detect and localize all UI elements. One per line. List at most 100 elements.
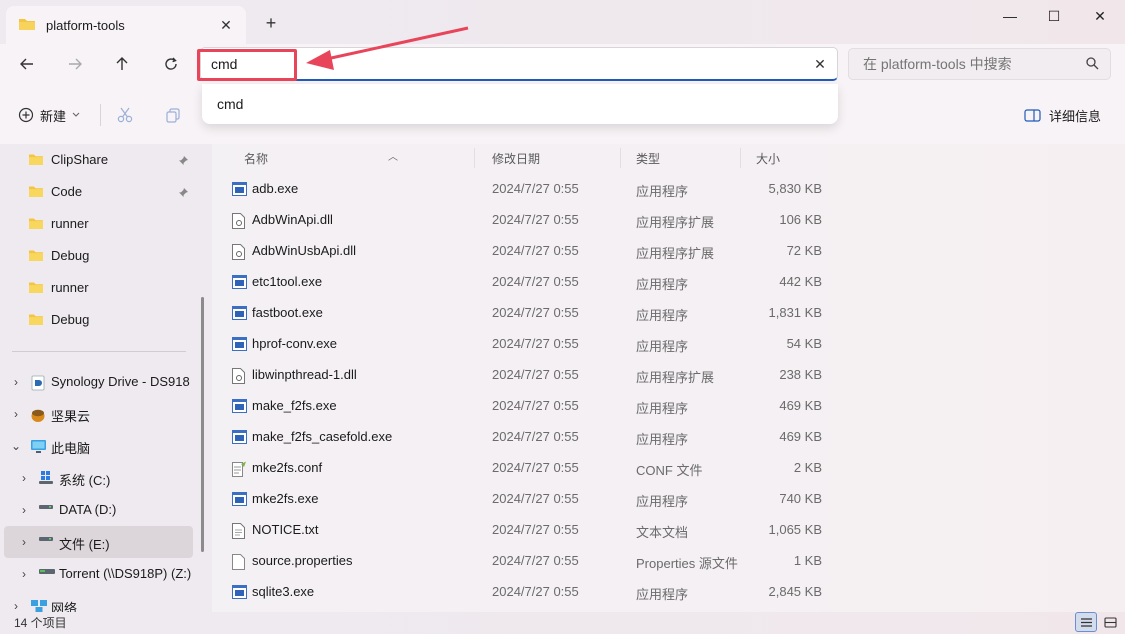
column-header-size[interactable]: 大小 <box>756 150 780 167</box>
file-size: 469 KB <box>779 429 822 444</box>
table-row[interactable]: libwinpthread-1.dll 2024/7/27 0:55 应用程序扩展 2… <box>226 360 826 390</box>
table-row[interactable]: hprof-conv.exe 2024/7/27 0:55 应用程序 54 KB <box>226 329 826 359</box>
details-view-button[interactable] <box>1075 612 1097 632</box>
exe-file-icon <box>232 182 247 199</box>
file-date: 2024/7/27 0:55 <box>492 243 579 258</box>
network-icon <box>30 599 48 612</box>
file-type: 应用程序扩展 <box>636 246 715 261</box>
new-button[interactable]: 新建 <box>18 104 80 126</box>
up-button[interactable] <box>106 50 138 78</box>
suggestion-item[interactable]: cmd <box>202 84 838 124</box>
chevron-right-icon[interactable]: › <box>18 535 30 549</box>
details-button[interactable]: 详细信息 <box>1024 104 1101 126</box>
tab-platform-tools[interactable]: platform-tools ✕ <box>6 6 246 44</box>
folder-icon <box>28 217 44 230</box>
table-row[interactable]: sqlite3.exe 2024/7/27 0:55 应用程序 2,845 KB <box>226 577 826 607</box>
minimize-button[interactable]: — <box>987 0 1033 32</box>
chevron-right-icon[interactable]: › <box>18 471 30 485</box>
file-name: sqlite3.exe <box>252 584 315 599</box>
table-row[interactable]: make_f2fs_casefold.exe 2024/7/27 0:55 应用程序… <box>226 422 826 452</box>
sidebar-item-debug[interactable]: Debug <box>4 304 193 336</box>
sidebar-item-debug[interactable]: Debug <box>4 240 193 272</box>
file-type: 应用程序 <box>636 339 689 354</box>
file-type: CONF 文件 <box>636 463 703 478</box>
chevron-down-icon[interactable]: ⌄ <box>10 439 22 453</box>
sidebar-item-item[interactable]: ⌄ 此电脑 <box>4 430 193 462</box>
file-size: 442 KB <box>779 274 822 289</box>
file-size: 469 KB <box>779 398 822 413</box>
file-name: mke2fs.exe <box>252 491 319 506</box>
drive-icon <box>38 503 54 511</box>
file-type: 应用程序 <box>636 277 689 292</box>
search-icon[interactable] <box>1086 57 1099 73</box>
search-input[interactable] <box>848 48 1111 80</box>
sidebar-scrollbar[interactable] <box>201 297 204 552</box>
sidebar-item-item[interactable]: › 网络 <box>4 590 193 612</box>
drive-icon <box>38 535 54 543</box>
close-window-button[interactable]: ✕ <box>1077 0 1123 32</box>
tab-close-icon[interactable]: ✕ <box>216 15 236 35</box>
copy-button[interactable] <box>162 104 184 126</box>
navigation-pane: ClipShare Code runner Debug runner Debug › Syno… <box>0 144 210 612</box>
new-tab-button[interactable]: + <box>260 12 282 34</box>
pin-icon[interactable] <box>178 186 189 201</box>
sidebar-divider <box>12 351 186 352</box>
forward-button[interactable] <box>59 50 91 78</box>
column-header-name[interactable]: 名称 ︿ <box>244 150 398 167</box>
sidebar-item-label: Debug <box>51 312 90 327</box>
chevron-right-icon[interactable]: › <box>10 375 22 389</box>
file-size: 1,831 KB <box>768 305 823 320</box>
table-row[interactable]: mke2fs.conf 2024/7/27 0:55 CONF 文件 2 KB <box>226 453 826 483</box>
table-row[interactable]: make_f2fs.exe 2024/7/27 0:55 应用程序 469 KB <box>226 391 826 421</box>
chevron-right-icon[interactable]: › <box>18 567 30 581</box>
clear-address-icon[interactable]: ✕ <box>810 54 830 74</box>
network-drive-icon <box>38 567 56 577</box>
pin-icon[interactable] <box>178 154 189 169</box>
file-size: 740 KB <box>779 491 822 506</box>
sidebar-item-label: 坚果云 <box>51 409 91 424</box>
file-date: 2024/7/27 0:55 <box>492 274 579 289</box>
maximize-button[interactable]: ☐ <box>1031 0 1077 32</box>
table-row[interactable]: mke2fs.exe 2024/7/27 0:55 应用程序 740 KB <box>226 484 826 514</box>
file-size: 54 KB <box>786 336 822 351</box>
sidebar-item-e[interactable]: › 文件 (E:) <box>4 526 193 558</box>
column-header-type[interactable]: 类型 <box>636 150 660 167</box>
sidebar-item-torrent-ds918p-z[interactable]: › Torrent (\\DS918P) (Z:) <box>4 558 193 590</box>
sidebar-item-data-d[interactable]: › DATA (D:) <box>4 494 193 526</box>
synology-drive-icon <box>30 375 46 391</box>
sidebar-item-label: runner <box>51 280 89 295</box>
sidebar-item-code[interactable]: Code <box>4 176 193 208</box>
back-button[interactable] <box>11 50 43 78</box>
file-name: AdbWinApi.dll <box>252 212 333 227</box>
sidebar-item-clipshare[interactable]: ClipShare <box>4 144 193 176</box>
chevron-right-icon[interactable]: › <box>18 503 30 517</box>
sidebar-item-synology-drive-ds918[interactable]: › Synology Drive - DS918 <box>4 366 193 398</box>
column-divider[interactable] <box>620 148 621 168</box>
sidebar-item-runner[interactable]: runner <box>4 208 193 240</box>
column-divider[interactable] <box>740 148 741 168</box>
tiles-view-button[interactable] <box>1099 612 1121 632</box>
dll-file-icon <box>232 213 245 232</box>
sidebar-item-label: Torrent (\\DS918P) (Z:) <box>59 566 192 581</box>
dll-file-icon <box>232 368 245 387</box>
table-row[interactable]: adb.exe 2024/7/27 0:55 应用程序 5,830 KB <box>226 174 826 204</box>
refresh-button[interactable] <box>155 50 187 78</box>
cut-button[interactable] <box>114 104 136 126</box>
sidebar-item-item[interactable]: › 坚果云 <box>4 398 193 430</box>
table-row[interactable]: fastboot.exe 2024/7/27 0:55 应用程序 1,831 KB <box>226 298 826 328</box>
table-row[interactable]: source.properties 2024/7/27 0:55 Propertie… <box>226 546 826 576</box>
column-header-date[interactable]: 修改日期 <box>492 150 540 167</box>
chevron-right-icon[interactable]: › <box>10 407 22 421</box>
table-row[interactable]: etc1tool.exe 2024/7/27 0:55 应用程序 442 KB <box>226 267 826 297</box>
sidebar-item-runner[interactable]: runner <box>4 272 193 304</box>
sidebar-item-label: ClipShare <box>51 152 109 167</box>
file-date: 2024/7/27 0:55 <box>492 181 579 196</box>
sidebar-item-c[interactable]: › 系统 (C:) <box>4 462 193 494</box>
folder-icon <box>28 281 44 294</box>
column-divider[interactable] <box>474 148 475 168</box>
file-type: 应用程序 <box>636 184 689 199</box>
table-row[interactable]: AdbWinApi.dll 2024/7/27 0:55 应用程序扩展 106 KB <box>226 205 826 235</box>
chevron-right-icon[interactable]: › <box>10 599 22 612</box>
table-row[interactable]: AdbWinUsbApi.dll 2024/7/27 0:55 应用程序扩展 72 K… <box>226 236 826 266</box>
table-row[interactable]: NOTICE.txt 2024/7/27 0:55 文本文档 1,065 KB <box>226 515 826 545</box>
